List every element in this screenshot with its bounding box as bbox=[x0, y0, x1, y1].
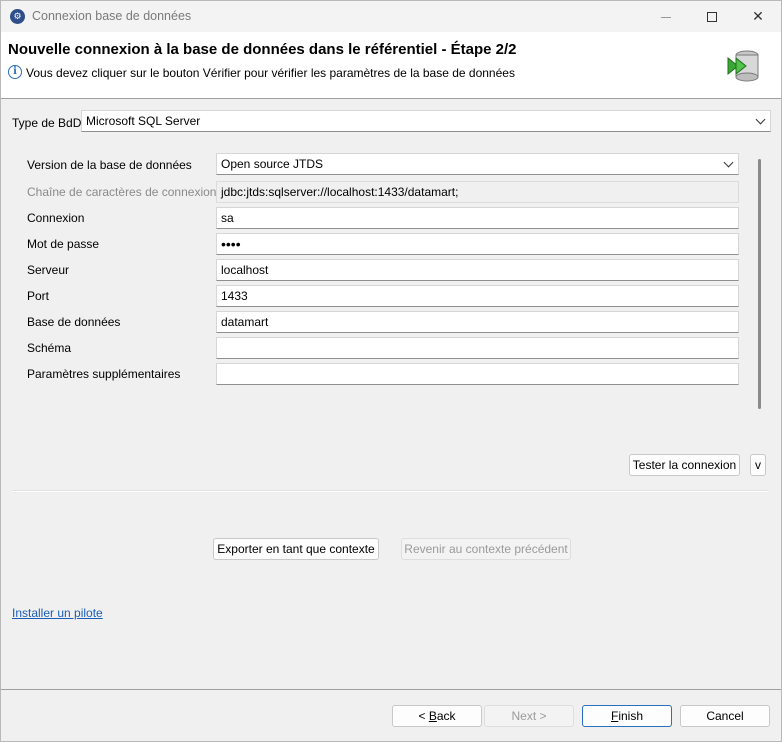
dialog-window: ⚙ Connexion base de données ✕ Nouvelle c… bbox=[0, 0, 782, 742]
additional-params-field[interactable] bbox=[216, 363, 739, 385]
version-select[interactable]: Open source JTDS bbox=[216, 153, 739, 175]
close-button[interactable]: ✕ bbox=[735, 1, 781, 32]
chevron-down-icon bbox=[723, 157, 734, 168]
close-icon: ✕ bbox=[752, 8, 764, 24]
server-label: Serveur bbox=[27, 263, 70, 277]
finish-label-rest: inish bbox=[618, 709, 644, 723]
password-field[interactable]: •••• bbox=[216, 233, 739, 255]
connection-string-field: jdbc:jtds:sqlserver://localhost:1433/dat… bbox=[216, 181, 739, 203]
back-label-rest: ack bbox=[436, 709, 456, 723]
footer-separator bbox=[1, 689, 781, 690]
login-label: Connexion bbox=[27, 211, 85, 225]
port-label: Port bbox=[27, 289, 50, 303]
database-wizard-icon bbox=[727, 50, 759, 82]
back-button[interactable]: < Back bbox=[392, 705, 482, 727]
separator bbox=[12, 490, 768, 492]
export-context-button[interactable]: Exporter en tant que contexte bbox=[213, 538, 379, 560]
maximize-button[interactable] bbox=[689, 1, 735, 32]
database-connection-icon: ⚙ bbox=[10, 9, 25, 24]
login-field[interactable]: sa bbox=[216, 207, 739, 229]
connection-string-label: Chaîne de caractères de connexion bbox=[27, 185, 217, 199]
server-field[interactable]: localhost bbox=[216, 259, 739, 281]
cancel-button[interactable]: Cancel bbox=[680, 705, 770, 727]
test-connection-dropdown-button[interactable]: v bbox=[750, 454, 766, 476]
page-title: Nouvelle connexion à la base de données … bbox=[8, 41, 517, 58]
schema-label: Schéma bbox=[27, 341, 72, 355]
window-title: Connexion base de données bbox=[32, 9, 192, 23]
maximize-icon bbox=[707, 12, 717, 23]
install-driver-link[interactable]: Installer un pilote bbox=[12, 606, 103, 620]
minimize-button[interactable] bbox=[643, 1, 689, 32]
chevron-down-icon bbox=[755, 114, 766, 125]
additional-params-label: Paramètres supplémentaires bbox=[27, 367, 181, 381]
database-field[interactable]: datamart bbox=[216, 311, 739, 333]
database-label: Base de données bbox=[27, 315, 121, 329]
back-prefix: < bbox=[418, 709, 429, 723]
version-label: Version de la base de données bbox=[27, 158, 192, 172]
db-type-select[interactable]: Microsoft SQL Server bbox=[81, 110, 771, 132]
next-button[interactable]: Next > bbox=[484, 705, 574, 727]
header-message: Vous devez cliquer sur le bouton Vérifie… bbox=[26, 66, 515, 80]
revert-context-button[interactable]: Revenir au contexte précédent bbox=[401, 538, 571, 560]
db-type-value: Microsoft SQL Server bbox=[86, 114, 201, 128]
minimize-icon bbox=[661, 16, 671, 18]
back-mnemonic: B bbox=[428, 709, 437, 723]
finish-button[interactable]: Finish bbox=[582, 705, 672, 727]
password-label: Mot de passe bbox=[27, 237, 100, 251]
schema-field[interactable] bbox=[216, 337, 739, 359]
version-value: Open source JTDS bbox=[221, 157, 324, 171]
title-bar: ⚙ Connexion base de données ✕ bbox=[1, 1, 781, 32]
form-scrollbar[interactable] bbox=[758, 159, 761, 409]
info-icon: i bbox=[8, 65, 22, 79]
db-type-label: Type de BdD bbox=[12, 116, 82, 130]
wizard-header: Nouvelle connexion à la base de données … bbox=[1, 32, 781, 99]
port-field[interactable]: 1433 bbox=[216, 285, 739, 307]
test-connection-button[interactable]: Tester la connexion bbox=[629, 454, 740, 476]
